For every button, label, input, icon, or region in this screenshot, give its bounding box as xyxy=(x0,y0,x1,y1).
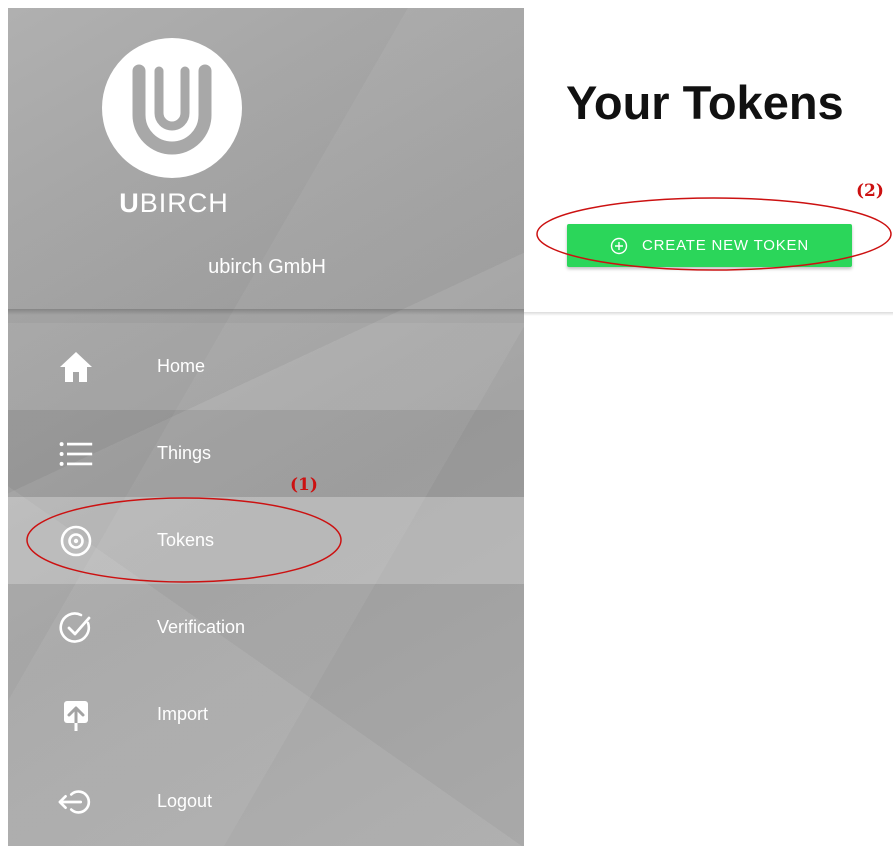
sidebar-item-label: Logout xyxy=(157,791,213,811)
annotation-marker-2: (2) xyxy=(856,181,884,201)
sidebar-item-home[interactable]: Home xyxy=(8,323,524,410)
sidebar-item-logout[interactable]: Logout xyxy=(8,758,524,845)
annotation-marker-1: (1) xyxy=(290,475,318,495)
logout-icon xyxy=(58,784,94,820)
sidebar-item-label: Home xyxy=(157,356,206,376)
sidebar-item-tokens[interactable]: Tokens xyxy=(8,497,524,584)
sidebar-item-label: Verification xyxy=(157,617,246,637)
upload-icon xyxy=(58,697,94,733)
brand-bold: U xyxy=(119,188,140,218)
home-icon xyxy=(58,349,94,385)
sidebar-item-label: Tokens xyxy=(157,530,215,550)
create-button-label: CREATE NEW TOKEN xyxy=(642,237,809,254)
sidebar-item-things[interactable]: Things xyxy=(8,410,524,497)
sidebar-item-import[interactable]: Import xyxy=(8,671,524,758)
sidebar-item-verification[interactable]: Verification xyxy=(8,584,524,671)
ubirch-u-logo-icon xyxy=(132,64,212,155)
list-icon xyxy=(58,436,94,472)
organization-name: ubirch GmbH xyxy=(208,256,326,278)
plus-circle-icon xyxy=(610,237,628,255)
brand-rest: BIRCH xyxy=(139,188,229,218)
sidebar-item-label: Things xyxy=(157,443,212,463)
sidebar-nav: Home Things Tokens Verification Import L… xyxy=(8,323,524,845)
check-circle-icon xyxy=(58,610,94,646)
sidebar-item-label: Import xyxy=(157,704,209,724)
ubirch-logo xyxy=(102,38,242,178)
sidebar-header: UBIRCH ubirch GmbH xyxy=(8,8,524,315)
create-new-token-button[interactable]: CREATE NEW TOKEN xyxy=(567,224,852,267)
header-divider xyxy=(524,312,893,316)
target-icon xyxy=(58,523,94,559)
sidebar: UBIRCH ubirch GmbH Home Things Tokens Ve… xyxy=(8,8,524,846)
brand-wordmark: UBIRCH xyxy=(112,188,236,219)
page-title: Your Tokens xyxy=(566,76,844,129)
